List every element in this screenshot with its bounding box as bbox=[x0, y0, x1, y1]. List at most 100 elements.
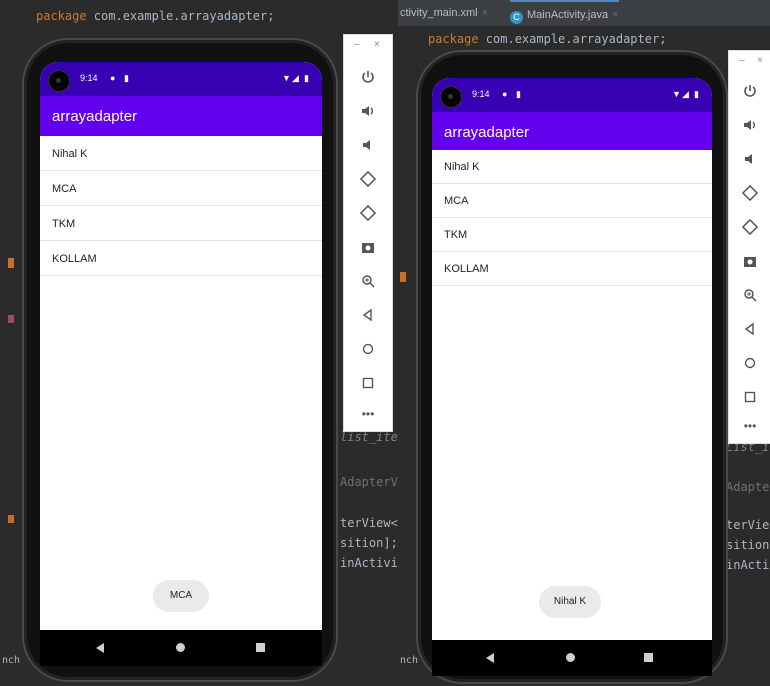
camera-icon[interactable] bbox=[344, 235, 392, 257]
status-bar: 9:14 ● ▮ ▼ ◢ ▮ bbox=[432, 78, 712, 112]
notification-icon: ● bbox=[110, 73, 116, 83]
behind-code-2: Adapte bbox=[726, 480, 770, 494]
zoom-icon[interactable] bbox=[344, 269, 392, 291]
tab-mainactivity-java[interactable]: C MainActivity.java × bbox=[510, 0, 619, 28]
phone-screen: 9:14 ● ▮ ▼ ◢ ▮ arrayadapter Nihal K MCA … bbox=[40, 62, 322, 630]
phone-frame: 9:14 ● ▮ ▼ ◢ ▮ arrayadapter Nihal K MCA … bbox=[416, 50, 728, 684]
tab-label: MainActivity.java bbox=[527, 9, 609, 21]
list-item-label: MCA bbox=[52, 183, 77, 195]
app-bar: arrayadapter bbox=[432, 112, 712, 150]
phone-screen: 9:14 ● ▮ ▼ ◢ ▮ arrayadapter Nihal K MCA … bbox=[432, 78, 712, 640]
battery-icon: ▮ bbox=[694, 89, 699, 99]
home-icon[interactable] bbox=[176, 643, 185, 652]
recents-icon[interactable] bbox=[256, 643, 265, 652]
zoom-icon[interactable] bbox=[729, 283, 770, 305]
rotate-left-icon[interactable] bbox=[729, 181, 770, 203]
notification-icon: ● bbox=[502, 89, 508, 99]
keyword-package: package bbox=[36, 9, 87, 23]
keyword-package: package bbox=[428, 32, 479, 46]
battery-icon: ▮ bbox=[304, 73, 309, 83]
home-icon[interactable] bbox=[566, 653, 575, 662]
list-item[interactable]: Nihal K bbox=[432, 150, 712, 184]
toast-message: MCA bbox=[153, 580, 209, 612]
recents-icon[interactable] bbox=[644, 653, 653, 662]
power-icon[interactable] bbox=[344, 65, 392, 87]
bottom-label: nch bbox=[2, 655, 21, 666]
navigation-bar bbox=[432, 640, 712, 676]
back-icon[interactable] bbox=[344, 303, 392, 325]
list-item[interactable]: KOLLAM bbox=[40, 241, 322, 276]
rotate-right-icon[interactable] bbox=[729, 215, 770, 237]
toast-message: Nihal K bbox=[539, 586, 601, 618]
list-item-label: TKM bbox=[444, 229, 468, 241]
emulator-toolbar: – × ••• bbox=[728, 50, 770, 444]
rotate-left-icon[interactable] bbox=[344, 167, 392, 189]
list-item[interactable]: MCA bbox=[40, 171, 322, 206]
list-item[interactable]: KOLLAM bbox=[432, 252, 712, 286]
minimize-icon[interactable]: – bbox=[354, 39, 360, 50]
behind-code-1: list_ite bbox=[340, 430, 398, 444]
volume-down-icon[interactable] bbox=[729, 147, 770, 169]
behind-code-2: AdapterV bbox=[340, 475, 398, 489]
tab-label: ctivity_main.xml bbox=[400, 7, 478, 19]
status-time: 9:14 bbox=[472, 89, 490, 99]
right-emulator-pane: ctivity_main.xml × C MainActivity.java × pa… bbox=[398, 0, 770, 686]
tab-activity-main-xml[interactable]: ctivity_main.xml × bbox=[400, 0, 488, 26]
list-item[interactable]: MCA bbox=[432, 184, 712, 218]
power-icon[interactable] bbox=[729, 79, 770, 101]
list-item-label: KOLLAM bbox=[444, 263, 489, 275]
close-icon[interactable]: × bbox=[374, 39, 380, 50]
close-icon[interactable]: × bbox=[482, 7, 488, 19]
back-icon[interactable] bbox=[729, 317, 770, 339]
app-bar: arrayadapter bbox=[40, 96, 322, 136]
overview-icon[interactable] bbox=[729, 385, 770, 407]
behind-code-4: sition]; bbox=[340, 536, 398, 550]
list-item-label: KOLLAM bbox=[52, 253, 97, 265]
overview-icon[interactable] bbox=[344, 371, 392, 393]
camera-punch-hole bbox=[440, 86, 462, 108]
app-title: arrayadapter bbox=[444, 124, 530, 141]
volume-down-icon[interactable] bbox=[344, 133, 392, 155]
more-icon[interactable]: ••• bbox=[344, 403, 392, 425]
behind-code-3: terView< bbox=[340, 516, 398, 530]
status-bar: 9:14 ● ▮ ▼ ◢ ▮ bbox=[40, 62, 322, 96]
wifi-icon: ▼ bbox=[672, 89, 681, 99]
navigation-bar bbox=[40, 630, 322, 666]
close-icon[interactable]: × bbox=[612, 9, 618, 21]
class-icon: C bbox=[510, 11, 523, 24]
more-icon[interactable]: ••• bbox=[729, 415, 770, 437]
behind-code-4: sition bbox=[726, 538, 770, 552]
minimize-icon[interactable]: – bbox=[739, 55, 745, 66]
package-name: com.example.arrayadapter; bbox=[478, 32, 667, 46]
gutter-marker bbox=[8, 515, 14, 523]
list-item[interactable]: TKM bbox=[40, 206, 322, 241]
volume-up-icon[interactable] bbox=[344, 99, 392, 121]
list-item[interactable]: Nihal K bbox=[40, 136, 322, 171]
close-icon[interactable]: × bbox=[757, 55, 763, 66]
list-item-label: Nihal K bbox=[444, 161, 480, 173]
volume-up-icon[interactable] bbox=[729, 113, 770, 135]
list-item-label: Nihal K bbox=[52, 148, 88, 160]
sd-card-icon: ▮ bbox=[124, 73, 129, 83]
camera-icon[interactable] bbox=[729, 249, 770, 271]
gutter-marker bbox=[8, 315, 14, 323]
back-icon[interactable] bbox=[486, 653, 494, 663]
behind-code-3: terVie bbox=[726, 518, 770, 532]
behind-code-5: inActi bbox=[726, 558, 770, 572]
signal-icon: ◢ bbox=[682, 89, 689, 99]
editor-tabs: ctivity_main.xml × C MainActivity.java × bbox=[398, 0, 770, 27]
rotate-right-icon[interactable] bbox=[344, 201, 392, 223]
signal-icon: ◢ bbox=[292, 73, 299, 83]
phone-frame: 9:14 ● ▮ ▼ ◢ ▮ arrayadapter Nihal K MCA … bbox=[22, 38, 338, 682]
list-item-label: TKM bbox=[52, 218, 76, 230]
home-icon[interactable] bbox=[729, 351, 770, 373]
home-icon[interactable] bbox=[344, 337, 392, 359]
app-title: arrayadapter bbox=[52, 108, 138, 125]
list-item[interactable]: TKM bbox=[432, 218, 712, 252]
left-emulator-pane: package com.example.arrayadapter; list_i… bbox=[0, 0, 398, 686]
back-icon[interactable] bbox=[96, 643, 104, 653]
sd-card-icon: ▮ bbox=[516, 89, 521, 99]
gutter-marker bbox=[8, 258, 14, 268]
status-time: 9:14 bbox=[80, 73, 98, 83]
package-name: com.example.arrayadapter; bbox=[86, 9, 275, 23]
